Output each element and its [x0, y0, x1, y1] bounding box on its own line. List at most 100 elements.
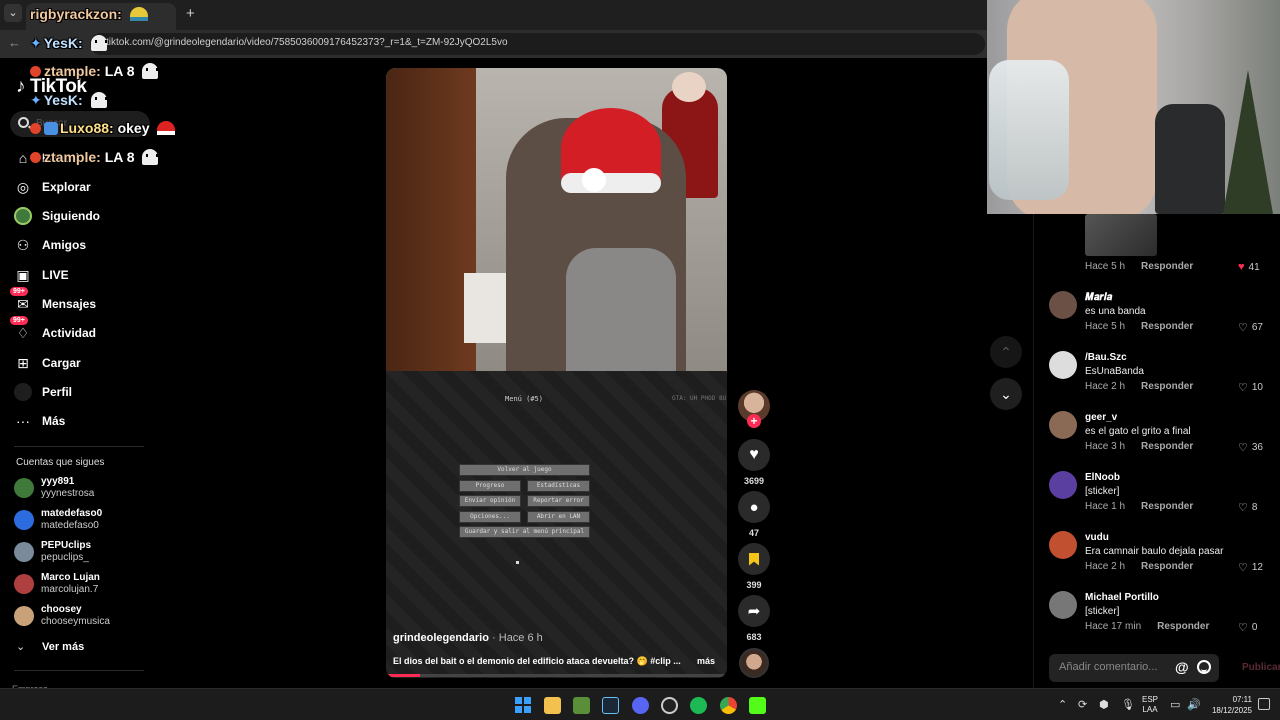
emoji-icon[interactable]: [1197, 660, 1211, 674]
comment-like-button[interactable]: ♡ 36: [1238, 441, 1263, 454]
comment-like-button[interactable]: ♡ 67: [1238, 321, 1263, 334]
share-button[interactable]: ➦: [738, 595, 770, 627]
tab-search-button[interactable]: ⌄: [4, 4, 22, 22]
pin-icon: ✦: [30, 92, 42, 108]
sidebar-item-activity[interactable]: ♢ 99+ Actividad: [10, 316, 96, 344]
back-arrow-icon[interactable]: ←: [8, 35, 21, 50]
following-account[interactable]: choosey chooseymusica: [14, 604, 164, 630]
chat-message: ✦ YesK:: [30, 35, 107, 52]
language-code: ESP: [1142, 695, 1159, 704]
obs-icon[interactable]: [661, 697, 678, 714]
comment-like-button[interactable]: ♡ 0: [1238, 621, 1257, 634]
video-player[interactable]: Menú (#5) GTA: UH PHOD 8U Volver al jueg…: [386, 68, 727, 678]
sidebar-item-live[interactable]: ▣ LIVE: [14, 264, 68, 286]
reply-button[interactable]: Responder: [1141, 381, 1193, 392]
spotify-icon[interactable]: [690, 697, 707, 714]
avatar: [14, 478, 34, 498]
tray-chevron-up-icon[interactable]: ⌃: [1058, 698, 1067, 711]
microphone-icon[interactable]: 🎙: [1121, 698, 1135, 711]
comment-author[interactable]: 𝑴𝒂𝒓𝒊𝒂: [1085, 292, 1112, 303]
new-tab-button[interactable]: +: [186, 5, 195, 22]
reply-button[interactable]: Responder: [1157, 621, 1209, 632]
following-account[interactable]: Marco Lujan marcolujan.7: [14, 572, 164, 598]
avatar[interactable]: [1049, 411, 1077, 439]
comment-sticker-image: [1085, 214, 1157, 256]
comment-author[interactable]: ElNoob: [1085, 472, 1120, 483]
following-account[interactable]: PEPUclips pepuclips_: [14, 540, 164, 566]
like-button[interactable]: ♥: [738, 439, 770, 471]
discord-icon[interactable]: [632, 697, 649, 714]
reply-button[interactable]: Responder: [1141, 561, 1193, 572]
chrome-icon[interactable]: [720, 697, 737, 714]
avatar[interactable]: [1049, 351, 1077, 379]
clock[interactable]: 07:11 18/12/2025: [1206, 694, 1252, 716]
publish-button[interactable]: Publicar: [1242, 662, 1280, 673]
sidebar-item-profile[interactable]: Perfil: [14, 381, 72, 403]
follow-plus-button[interactable]: +: [747, 414, 761, 428]
mention-icon[interactable]: @: [1175, 659, 1189, 675]
notification-icon[interactable]: [1258, 698, 1270, 710]
windows-start-icon[interactable]: [515, 697, 531, 713]
avatar[interactable]: [1049, 471, 1077, 499]
comment-like-count: 8: [1251, 502, 1258, 513]
address-bar-url[interactable]: tiktok.com/@grindeolegendario/video/7585…: [106, 37, 508, 48]
comment-like-button[interactable]: ♡ 10: [1238, 381, 1263, 394]
network-icon[interactable]: ▭: [1170, 698, 1180, 711]
comment-like-count: 67: [1251, 322, 1263, 333]
reply-button[interactable]: Responder: [1141, 501, 1193, 512]
volume-icon[interactable]: 🔊: [1187, 698, 1201, 711]
comment-input[interactable]: Añadir comentario... @: [1049, 654, 1219, 682]
steam-icon[interactable]: [602, 697, 619, 714]
profile-icon: [14, 383, 32, 401]
following-account[interactable]: yyy891 yyynestrosa: [14, 476, 164, 502]
avatar[interactable]: [1049, 531, 1077, 559]
following-username: yyynestrosa: [41, 488, 95, 499]
tray-security-icon[interactable]: ⬢: [1099, 698, 1109, 711]
reply-button[interactable]: Responder: [1141, 261, 1193, 272]
video-author-line[interactable]: grindeolegendario · Hace 6 h: [393, 632, 543, 644]
comment-like-button[interactable]: ♡ 8: [1238, 501, 1257, 514]
keyboard-language[interactable]: ESP LAA: [1142, 695, 1158, 715]
video-author[interactable]: grindeolegendario: [393, 632, 489, 644]
sound-avatar[interactable]: [739, 648, 769, 678]
avatar: [14, 542, 34, 562]
comment-like-count: 36: [1251, 442, 1263, 453]
comment-author[interactable]: /Bau.Szc: [1085, 352, 1127, 363]
sidebar-item-following[interactable]: Siguiendo: [14, 205, 100, 227]
see-more-button[interactable]: ⌄ Ver más: [16, 640, 84, 654]
following-account[interactable]: matedefaso0 matedefaso0: [14, 508, 164, 534]
sidebar-item-messages[interactable]: ✉ 99+ Mensajes: [10, 287, 96, 315]
video-progress-bar[interactable]: [386, 674, 727, 677]
heart-outline-icon: ♡: [1238, 562, 1248, 574]
next-video-button[interactable]: ⌄: [990, 378, 1022, 410]
minecraft-icon[interactable]: [573, 697, 590, 714]
file-explorer-icon[interactable]: [544, 697, 561, 714]
save-button[interactable]: [738, 543, 770, 575]
sidebar-item-upload[interactable]: ⊞ Cargar: [14, 352, 81, 374]
sidebar-divider: [14, 446, 144, 447]
heart-outline-icon: ♡: [1238, 622, 1248, 634]
sidebar-item-friends[interactable]: ⚇ Amigos: [14, 234, 86, 256]
comment-like-button[interactable]: ♡ 12: [1238, 561, 1263, 574]
comment-button[interactable]: ●: [738, 491, 770, 523]
comment-author[interactable]: vudu: [1085, 532, 1109, 543]
sidebar-item-explore[interactable]: ◎ Explorar: [14, 176, 91, 198]
share-icon: ➦: [747, 603, 761, 620]
comment-like-button[interactable]: ♥ 41: [1238, 261, 1260, 273]
previous-video-button[interactable]: ⌃: [990, 336, 1022, 368]
comment-author[interactable]: geer_v: [1085, 412, 1117, 423]
chat-badge-icon: [30, 123, 41, 134]
kick-icon[interactable]: [749, 697, 766, 714]
video-webcam-area: [386, 68, 727, 371]
tray-sync-icon[interactable]: ⟳: [1078, 698, 1087, 711]
avatar[interactable]: [1049, 591, 1077, 619]
comment-like-count: 12: [1251, 562, 1263, 573]
activity-icon: ♢ 99+: [10, 316, 32, 342]
reply-button[interactable]: Responder: [1141, 441, 1193, 452]
sidebar-item-more[interactable]: ··· Más: [14, 410, 65, 432]
reply-button[interactable]: Responder: [1141, 321, 1193, 332]
activity-badge: 99+: [10, 316, 28, 325]
avatar[interactable]: [1049, 291, 1077, 319]
comment-author[interactable]: Michael Portillo: [1085, 592, 1159, 603]
description-more-link[interactable]: más: [697, 656, 715, 666]
